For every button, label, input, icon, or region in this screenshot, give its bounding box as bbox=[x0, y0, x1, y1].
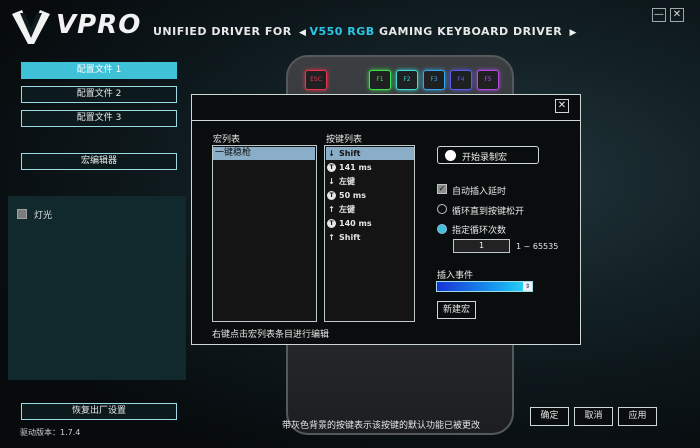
arrow-down-icon: ↓ bbox=[328, 149, 335, 158]
macro-list[interactable] bbox=[212, 145, 317, 322]
minimize-button[interactable]: — bbox=[652, 8, 666, 22]
dialog-close-button[interactable]: ✕ bbox=[555, 99, 569, 113]
loop-until-release-radio[interactable] bbox=[437, 204, 447, 214]
light-label: 灯光 bbox=[34, 211, 53, 221]
driver-version: 驱动版本：1.7.4 bbox=[20, 428, 81, 437]
key-list-item[interactable]: ↑ Shift bbox=[326, 231, 414, 244]
driver-title: UNIFIED DRIVER FOR ◀ V550 RGB GAMING KEYB… bbox=[153, 25, 580, 38]
close-window-button[interactable]: ✕ bbox=[670, 8, 684, 22]
timer-icon: T bbox=[327, 163, 336, 172]
light-checkbox[interactable] bbox=[17, 209, 27, 219]
modified-key-note: 带灰色背景的按键表示该按键的默认功能已被更改 bbox=[282, 421, 481, 431]
loop-count-range: 1 ~ 65535 bbox=[516, 242, 559, 251]
profile-1-button[interactable]: 配置文件 1 bbox=[21, 62, 177, 79]
factory-reset-button[interactable]: 恢复出厂设置 bbox=[21, 403, 177, 420]
profile-3-button[interactable]: 配置文件 3 bbox=[21, 110, 177, 127]
spinner-arrows-icon[interactable]: ⇕ bbox=[523, 282, 532, 291]
key-list-item[interactable]: T 141 ms bbox=[326, 161, 414, 174]
loop-count-input[interactable]: 1 bbox=[453, 239, 510, 253]
key-list-item[interactable]: T 50 ms bbox=[326, 189, 414, 202]
next-device-icon[interactable]: ▶ bbox=[567, 28, 580, 38]
apply-button[interactable]: 应用 bbox=[618, 407, 657, 426]
loop-until-release-label: 循环直到按键松开 bbox=[452, 207, 525, 217]
record-macro-label: 开始录制宏 bbox=[462, 153, 508, 163]
device-model: V550 RGB bbox=[309, 25, 375, 38]
title-bar: VPRO UNIFIED DRIVER FOR ◀ V550 RGB GAMING… bbox=[0, 0, 700, 52]
f2-key[interactable]: F2 bbox=[396, 70, 418, 90]
key-list-item[interactable]: ↓ 左键 bbox=[326, 175, 414, 188]
timer-icon: T bbox=[327, 219, 336, 228]
profile-2-button[interactable]: 配置文件 2 bbox=[21, 86, 177, 103]
record-icon bbox=[445, 150, 456, 161]
new-macro-button[interactable]: 新建宏 bbox=[437, 301, 476, 319]
insert-event-label: 插入事件 bbox=[437, 271, 474, 281]
dialog-divider bbox=[191, 120, 581, 121]
f1-key[interactable]: F1 bbox=[369, 70, 391, 90]
auto-delay-checkbox[interactable]: ✓ bbox=[437, 184, 447, 194]
macro-list-title: 宏列表 bbox=[213, 135, 241, 145]
insert-event-select[interactable]: ⇕ bbox=[436, 281, 533, 292]
macro-editor-button[interactable]: 宏编辑器 bbox=[21, 153, 177, 170]
brand-name: VPRO bbox=[56, 10, 142, 40]
key-list-item[interactable]: ↓ Shift bbox=[326, 147, 414, 160]
vpro-logo-icon bbox=[12, 10, 50, 44]
f3-key[interactable]: F3 bbox=[423, 70, 445, 90]
edit-hint: 右键点击宏列表条目进行编辑 bbox=[212, 330, 330, 340]
prev-device-icon[interactable]: ◀ bbox=[296, 28, 309, 38]
loop-count-radio[interactable] bbox=[437, 224, 447, 234]
key-list-item[interactable]: ↑ 左键 bbox=[326, 203, 414, 216]
cancel-button[interactable]: 取消 bbox=[574, 407, 613, 426]
f5-key[interactable]: F5 bbox=[477, 70, 499, 90]
macro-list-item[interactable]: 一键稳枪 bbox=[213, 147, 315, 160]
arrow-up-icon: ↑ bbox=[328, 205, 335, 214]
driver-title-suffix: GAMING KEYBOARD DRIVER bbox=[378, 25, 563, 38]
ok-button[interactable]: 确定 bbox=[530, 407, 569, 426]
auto-delay-label: 自动插入延时 bbox=[452, 187, 507, 197]
light-panel bbox=[8, 196, 186, 380]
record-macro-button[interactable]: 开始录制宏 bbox=[437, 146, 539, 164]
esc-key[interactable]: ESC bbox=[305, 70, 327, 90]
f4-key[interactable]: F4 bbox=[450, 70, 472, 90]
arrow-down-icon: ↓ bbox=[328, 177, 335, 186]
timer-icon: T bbox=[327, 191, 336, 200]
arrow-up-icon: ↑ bbox=[328, 233, 335, 242]
key-list-item[interactable]: T 140 ms bbox=[326, 217, 414, 230]
loop-count-label: 指定循环次数 bbox=[452, 226, 507, 236]
key-list-title: 按键列表 bbox=[326, 135, 363, 145]
driver-title-prefix: UNIFIED DRIVER FOR bbox=[153, 25, 292, 38]
